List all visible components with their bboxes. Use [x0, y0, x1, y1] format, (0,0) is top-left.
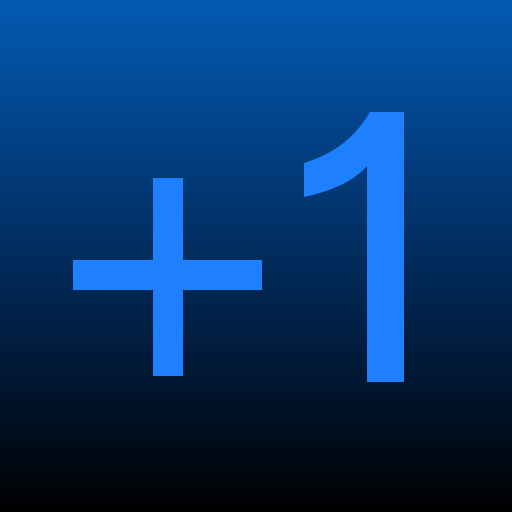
app-icon-background: +1	[0, 0, 512, 512]
plus-one-glyph	[73, 112, 404, 382]
plus-vertical-bar	[153, 178, 183, 376]
digit-one-shape	[304, 112, 404, 382]
